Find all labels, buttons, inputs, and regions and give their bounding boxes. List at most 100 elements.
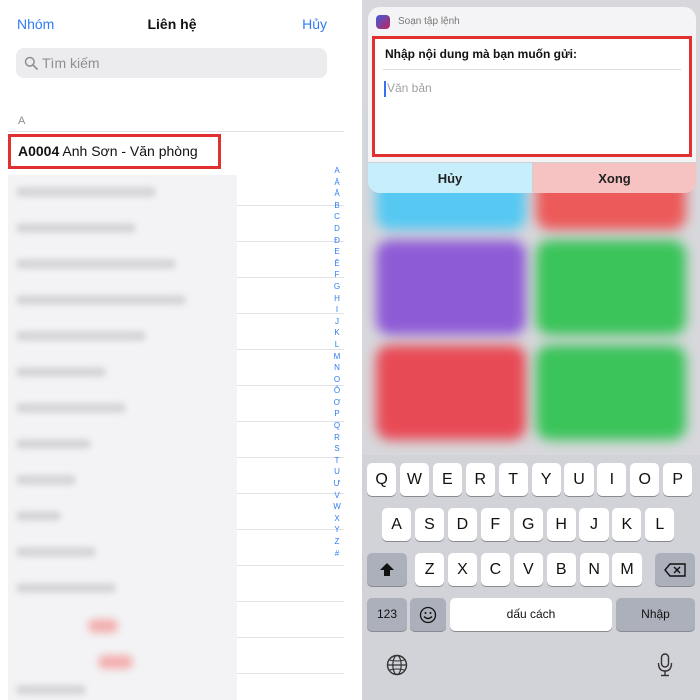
return-key[interactable]: Nhập — [616, 598, 695, 631]
shortcut-tile — [536, 345, 686, 440]
key-g[interactable]: G — [513, 508, 543, 541]
key-p[interactable]: P — [663, 463, 693, 496]
divider — [237, 313, 344, 314]
index-letter[interactable]: G — [331, 281, 343, 293]
index-letter[interactable]: T — [331, 455, 343, 467]
index-letter[interactable]: N — [331, 362, 343, 374]
divider — [237, 637, 344, 638]
key-u[interactable]: U — [564, 463, 594, 496]
divider — [237, 601, 344, 602]
index-letter[interactable]: M — [331, 351, 343, 363]
microphone-icon[interactable] — [657, 653, 673, 677]
index-letter[interactable]: D — [331, 223, 343, 235]
index-letter[interactable]: Q — [331, 420, 343, 432]
index-letter[interactable]: U — [331, 466, 343, 478]
key-e[interactable]: E — [432, 463, 462, 496]
search-icon — [24, 56, 38, 70]
alphabet-index[interactable]: A Ă Â B C D Đ E Ê F G H I J K L M N O Ô Ơ P Q R S T U Ư V W X Y Z # — [331, 165, 343, 559]
divider — [237, 385, 344, 386]
divider — [237, 673, 344, 674]
blurred-contact-list — [8, 175, 237, 700]
index-letter[interactable]: C — [331, 211, 343, 223]
delete-key[interactable] — [655, 553, 695, 586]
index-letter[interactable]: I — [331, 304, 343, 316]
emoji-icon — [419, 606, 437, 623]
dialog-done-button[interactable]: Xong — [532, 163, 696, 193]
numbers-key[interactable]: 123 — [367, 598, 407, 631]
index-letter[interactable]: Â — [331, 188, 343, 200]
contact-row-highlighted[interactable]: A0004 Anh Sơn - Văn phòng — [8, 134, 221, 169]
divider — [237, 241, 344, 242]
space-key[interactable]: dấu cách — [450, 598, 612, 631]
key-z[interactable]: Z — [415, 553, 445, 586]
dialog-cancel-button[interactable]: Hủy — [368, 163, 532, 193]
prompt-label: Nhập nội dung mà bạn muốn gửi: — [385, 47, 578, 61]
divider — [237, 529, 344, 530]
shortcuts-panel: Soạn tập lệnh Nhập nội dung mà bạn muốn … — [362, 0, 700, 700]
divider — [237, 205, 344, 206]
index-letter[interactable]: Z — [331, 536, 343, 548]
key-f[interactable]: F — [480, 508, 510, 541]
shift-icon — [380, 562, 394, 576]
index-letter[interactable]: L — [331, 339, 343, 351]
text-input-area[interactable]: Nhập nội dung mà bạn muốn gửi: Văn bản — [372, 36, 692, 157]
emoji-key[interactable] — [410, 598, 446, 631]
index-letter[interactable]: Ê — [331, 258, 343, 270]
key-k[interactable]: K — [612, 508, 642, 541]
key-a[interactable]: A — [382, 508, 412, 541]
index-letter[interactable]: Ă — [331, 177, 343, 189]
index-letter[interactable]: Y — [331, 524, 343, 536]
index-letter[interactable]: X — [331, 513, 343, 525]
index-letter[interactable]: Ư — [331, 478, 343, 490]
key-o[interactable]: O — [630, 463, 660, 496]
index-letter[interactable]: Ơ — [331, 397, 343, 409]
key-v[interactable]: V — [513, 553, 543, 586]
app-name: Soạn tập lệnh — [398, 16, 460, 27]
key-l[interactable]: L — [645, 508, 675, 541]
divider — [237, 565, 344, 566]
contact-name: Anh Sơn - Văn phòng — [62, 143, 198, 159]
key-d[interactable]: D — [447, 508, 477, 541]
key-t[interactable]: T — [498, 463, 528, 496]
text-caret — [384, 81, 386, 97]
index-letter[interactable]: B — [331, 200, 343, 212]
key-h[interactable]: H — [546, 508, 576, 541]
shift-key[interactable] — [367, 553, 407, 586]
index-letter[interactable]: S — [331, 443, 343, 455]
key-j[interactable]: J — [579, 508, 609, 541]
key-r[interactable]: R — [465, 463, 495, 496]
key-c[interactable]: C — [480, 553, 510, 586]
key-s[interactable]: S — [414, 508, 445, 541]
key-w[interactable]: W — [399, 463, 430, 496]
index-letter[interactable]: J — [331, 316, 343, 328]
globe-icon[interactable] — [386, 654, 408, 676]
index-letter[interactable]: H — [331, 293, 343, 305]
cancel-button[interactable]: Hủy — [302, 16, 327, 32]
index-letter[interactable]: K — [331, 327, 343, 339]
input-dialog: Soạn tập lệnh Nhập nội dung mà bạn muốn … — [368, 7, 696, 193]
key-y[interactable]: Y — [531, 463, 561, 496]
index-letter[interactable]: Đ — [331, 235, 343, 247]
index-letter[interactable]: E — [331, 246, 343, 258]
keyboard: 123 dấu cách Nhập QWERTYUIOP ASDFGHJKL ZXC… — [362, 455, 700, 700]
index-letter[interactable]: # — [331, 548, 343, 560]
key-b[interactable]: B — [546, 553, 576, 586]
text-input[interactable]: Văn bản — [387, 81, 432, 95]
key-i[interactable]: I — [597, 463, 627, 496]
index-letter[interactable]: V — [331, 490, 343, 502]
divider — [237, 277, 344, 278]
index-letter[interactable]: O — [331, 374, 343, 386]
key-m[interactable]: M — [612, 553, 642, 586]
divider — [237, 349, 344, 350]
index-letter[interactable]: F — [331, 269, 343, 281]
key-x[interactable]: X — [447, 553, 478, 586]
index-letter[interactable]: R — [331, 432, 343, 444]
index-letter[interactable]: Ô — [331, 385, 343, 397]
search-input[interactable]: Tìm kiếm — [16, 48, 327, 78]
index-letter[interactable]: A — [331, 165, 343, 177]
key-q[interactable]: Q — [367, 463, 397, 496]
key-n[interactable]: N — [579, 553, 609, 586]
groups-button[interactable]: Nhóm — [17, 16, 54, 32]
index-letter[interactable]: P — [331, 408, 343, 420]
index-letter[interactable]: W — [331, 501, 343, 513]
